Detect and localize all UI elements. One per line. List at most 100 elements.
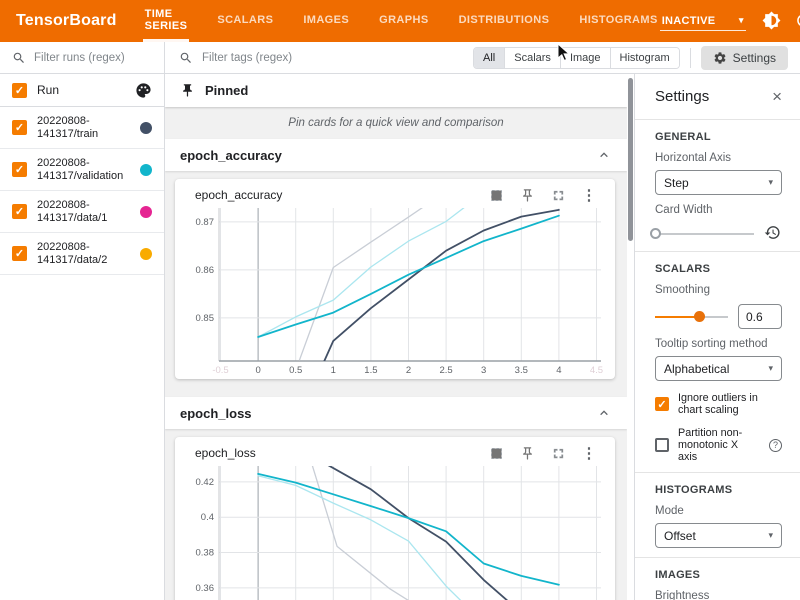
search-icon — [12, 51, 26, 65]
svg-text:0.38: 0.38 — [196, 548, 215, 559]
svg-text:0.87: 0.87 — [196, 217, 215, 228]
section-title: epoch_loss — [180, 406, 252, 421]
run-checkbox-train[interactable]: ✓ — [12, 120, 27, 135]
check-icon: ✓ — [14, 85, 25, 97]
tags-toolbar: All Scalars Image Histogram Settings — [165, 42, 800, 74]
card-actions: ⋮ — [488, 445, 597, 461]
search-icon — [179, 51, 193, 65]
reload-status-select[interactable]: INACTIVE ▾ — [660, 12, 746, 31]
horizontal-axis-select[interactable]: Step ▾ — [655, 170, 782, 195]
fit-to-data-icon[interactable] — [488, 187, 504, 203]
section-epoch-loss[interactable]: epoch_loss — [165, 397, 627, 429]
check-icon: ✓ — [14, 122, 25, 134]
smoothing-slider[interactable] — [655, 310, 728, 323]
tab-images[interactable]: IMAGES — [301, 0, 351, 42]
divider — [635, 251, 800, 252]
svg-text:0.4: 0.4 — [201, 512, 214, 523]
run-checkbox-validation[interactable]: ✓ — [12, 162, 27, 177]
run-color-dot — [140, 248, 152, 260]
filter-tags-input[interactable] — [202, 52, 402, 64]
help-icon[interactable]: ? — [769, 439, 782, 452]
card-width-row — [655, 224, 782, 242]
filter-histogram-button[interactable]: Histogram — [610, 48, 679, 68]
card-actions: ⋮ — [488, 187, 597, 203]
check-icon: ✓ — [14, 248, 25, 260]
fit-to-data-icon[interactable] — [488, 445, 504, 461]
smoothing-value-input[interactable] — [738, 304, 782, 329]
close-icon[interactable]: × — [772, 88, 782, 105]
tab-distributions[interactable]: DISTRIBUTIONS — [457, 0, 552, 42]
select-all-runs-checkbox[interactable]: ✓ — [12, 83, 27, 98]
more-options-icon[interactable]: ⋮ — [581, 187, 597, 203]
run-checkbox-data-2[interactable]: ✓ — [12, 246, 27, 261]
palette-icon[interactable] — [135, 82, 152, 99]
slider-fill — [655, 316, 699, 318]
tab-time-series[interactable]: TIME SERIES — [143, 0, 190, 42]
tab-scalars[interactable]: SCALARS — [215, 0, 275, 42]
slider-thumb[interactable] — [694, 311, 705, 322]
more-options-icon[interactable]: ⋮ — [581, 445, 597, 461]
epoch-loss-chart[interactable]: 0.360.380.40.4200.511.522.533.54 — [183, 463, 607, 600]
filter-runs-input[interactable] — [34, 52, 144, 64]
horizontal-axis-value: Step — [664, 176, 689, 190]
ignore-outliers-row: ✓ Ignore outliers in chart scaling — [655, 392, 782, 416]
tab-graphs[interactable]: GRAPHS — [377, 0, 430, 42]
svg-text:1: 1 — [331, 365, 336, 376]
scrollbar-thumb[interactable] — [628, 78, 633, 241]
card-width-label: Card Width — [655, 204, 782, 216]
ignore-outliers-label: Ignore outliers in chart scaling — [678, 392, 782, 416]
slider-thumb[interactable] — [650, 228, 661, 239]
tab-histograms[interactable]: HISTOGRAMS — [577, 0, 659, 42]
pinned-empty-hint: Pin cards for a quick view and compariso… — [165, 107, 627, 139]
runs-column-label: Run — [37, 83, 135, 97]
tooltip-sort-select[interactable]: Alphabetical ▾ — [655, 356, 782, 381]
horizontal-axis-label: Horizontal Axis — [655, 152, 782, 164]
fullscreen-icon[interactable] — [550, 187, 566, 203]
cards-area: Pinned Pin cards for a quick view and co… — [165, 74, 627, 600]
ignore-outliers-checkbox[interactable]: ✓ — [655, 397, 669, 411]
svg-text:1.5: 1.5 — [364, 365, 377, 376]
tag-type-filter-group: All Scalars Image Histogram — [473, 47, 680, 69]
chevron-up-icon[interactable] — [596, 405, 612, 421]
svg-text:3: 3 — [481, 365, 486, 376]
scalars-heading: SCALARS — [655, 263, 782, 275]
check-icon: ✓ — [657, 399, 667, 411]
general-heading: GENERAL — [655, 131, 782, 143]
run-checkbox-data-1[interactable]: ✓ — [12, 204, 27, 219]
fullscreen-icon[interactable] — [550, 445, 566, 461]
card-epoch-loss: epoch_loss ⋮ 0.360.380.40.4200.511.522.5… — [175, 437, 615, 600]
app-logo: TensorBoard — [16, 12, 117, 30]
svg-text:3.5: 3.5 — [515, 365, 528, 376]
pin-icon[interactable] — [519, 187, 535, 203]
pin-icon[interactable] — [519, 445, 535, 461]
svg-text:2.5: 2.5 — [439, 365, 452, 376]
partition-x-checkbox[interactable]: ✓ — [655, 438, 669, 452]
card-width-slider[interactable] — [655, 227, 754, 240]
card-title: epoch_loss — [195, 446, 488, 460]
theme-toggle-icon[interactable] — [762, 11, 781, 31]
partition-x-label: Partition non-monotonic X axis — [678, 427, 760, 463]
smoothing-label: Smoothing — [655, 284, 782, 296]
run-label: 20220808-141317/train — [37, 115, 140, 141]
filter-image-button[interactable]: Image — [560, 48, 610, 68]
check-icon: ✓ — [14, 164, 25, 176]
chevron-down-icon: ▾ — [768, 177, 773, 188]
chevron-up-icon[interactable] — [596, 147, 612, 163]
pin-icon — [180, 83, 195, 98]
chevron-down-icon: ▾ — [739, 15, 744, 26]
filter-all-button[interactable]: All — [474, 48, 504, 68]
svg-text:0.42: 0.42 — [196, 477, 215, 488]
filter-scalars-button[interactable]: Scalars — [504, 48, 560, 68]
svg-text:0.5: 0.5 — [289, 365, 302, 376]
section-epoch-accuracy[interactable]: epoch_accuracy — [165, 139, 627, 171]
reset-icon[interactable] — [764, 224, 782, 242]
partition-x-row: ✓ Partition non-monotonic X axis ? — [655, 427, 782, 463]
settings-button[interactable]: Settings — [701, 46, 788, 70]
refresh-icon[interactable] — [794, 11, 800, 31]
divider — [635, 557, 800, 558]
epoch-accuracy-chart[interactable]: 0.850.860.8700.511.522.533.54-0.54.5 — [183, 205, 607, 377]
status-value: INACTIVE — [662, 15, 716, 27]
card-title: epoch_accuracy — [195, 188, 488, 202]
settings-button-label: Settings — [733, 51, 776, 65]
histogram-mode-select[interactable]: Offset ▾ — [655, 523, 782, 548]
